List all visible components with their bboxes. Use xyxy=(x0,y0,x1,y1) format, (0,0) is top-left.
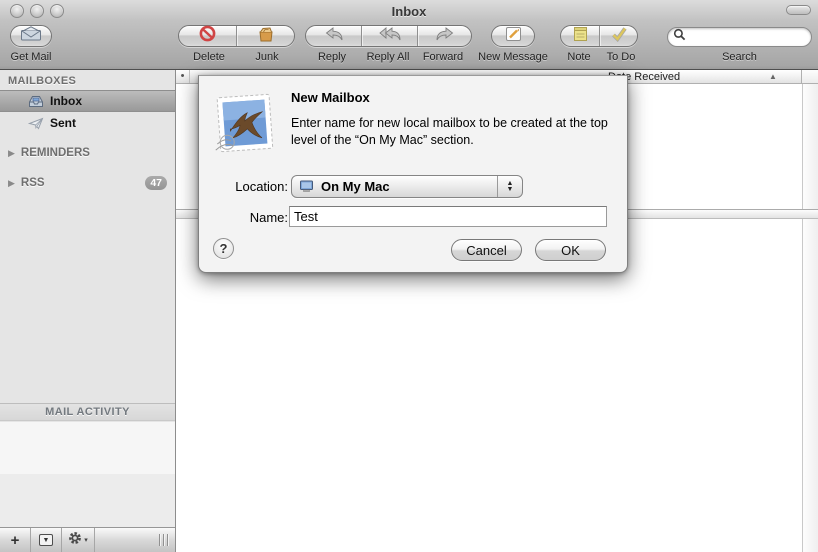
location-popup-button[interactable]: On My Mac ▲ ▼ xyxy=(291,175,523,198)
tray-toggle-icon: ▼ xyxy=(39,534,53,546)
action-menu-button[interactable]: ▾ xyxy=(62,528,95,552)
todo-button[interactable] xyxy=(599,26,637,46)
preview-scrollbar[interactable] xyxy=(802,219,818,552)
new-mailbox-dialog: New Mailbox Enter name for new local mai… xyxy=(198,75,628,273)
help-button[interactable]: ? xyxy=(213,238,234,259)
resize-grip[interactable] xyxy=(159,528,175,552)
mail-stamp-icon xyxy=(212,92,278,161)
name-label: Name: xyxy=(199,210,288,225)
search-input[interactable] xyxy=(686,30,796,44)
mail-activity-header: MAIL ACTIVITY xyxy=(0,403,175,421)
checkmark-icon xyxy=(610,26,628,47)
bottom-bar-spacer xyxy=(95,528,159,552)
mailbox-name-input[interactable] xyxy=(289,206,607,227)
search-label: Search xyxy=(667,51,812,63)
get-mail-button[interactable] xyxy=(10,25,52,47)
sidebar-item-label: Inbox xyxy=(50,94,82,108)
new-message-label: New Message xyxy=(472,51,554,63)
reply-group xyxy=(305,25,472,47)
compose-icon xyxy=(505,26,522,47)
show-hide-activity-button[interactable]: ▼ xyxy=(31,528,62,552)
sidebar-group-rss[interactable]: ▶ RSS 47 xyxy=(0,172,175,194)
sort-ascending-icon: ▲ xyxy=(769,72,777,81)
paper-plane-icon xyxy=(28,117,44,130)
rss-group-label: RSS xyxy=(21,177,45,189)
forward-label: Forward xyxy=(416,51,470,63)
disclosure-triangle-icon[interactable]: ▶ xyxy=(8,178,15,189)
note-button[interactable] xyxy=(561,26,599,46)
get-mail-label: Get Mail xyxy=(4,51,58,63)
mailbox-sidebar: MAILBOXES Inbox Sent ▶ REMINDERS ▶ RSS 4… xyxy=(0,70,176,552)
sidebar-group-reminders[interactable]: ▶ REMINDERS xyxy=(0,142,175,164)
popup-stepper-icon: ▲ ▼ xyxy=(497,176,522,197)
computer-icon xyxy=(299,180,314,193)
reply-all-arrow-icon xyxy=(378,27,402,46)
forward-button[interactable] xyxy=(417,26,471,46)
note-label: Note xyxy=(558,51,600,63)
reply-label: Reply xyxy=(306,51,358,63)
reply-all-label: Reply All xyxy=(358,51,418,63)
delete-button[interactable] xyxy=(179,26,236,46)
delete-label: Delete xyxy=(183,51,235,63)
new-message-button[interactable] xyxy=(491,25,535,47)
mail-window: Inbox Get Mail Delete xyxy=(0,0,818,552)
toolbar-toggle-pill[interactable] xyxy=(786,5,811,15)
envelope-icon xyxy=(20,26,42,46)
location-label: Location: xyxy=(199,179,288,194)
plus-icon: + xyxy=(11,532,20,549)
ok-button[interactable]: OK xyxy=(535,239,606,261)
dialog-message: Enter name for new local mailbox to be c… xyxy=(291,115,619,148)
cancel-button[interactable]: Cancel xyxy=(451,239,522,261)
junk-icon xyxy=(257,26,275,47)
location-selected-value: On My Mac xyxy=(321,179,390,194)
sidebar-item-sent[interactable]: Sent xyxy=(0,112,175,134)
sidebar-item-label: Sent xyxy=(50,116,76,130)
reply-arrow-icon xyxy=(324,27,344,46)
reply-all-button[interactable] xyxy=(361,26,417,46)
forward-arrow-icon xyxy=(435,27,455,46)
message-list-scrollbar[interactable] xyxy=(802,84,818,209)
junk-label: Junk xyxy=(242,51,292,63)
add-mailbox-button[interactable]: + xyxy=(0,528,31,552)
scrollbar-header-cell xyxy=(801,70,818,83)
disclosure-triangle-icon[interactable]: ▶ xyxy=(8,148,15,159)
search-field[interactable] xyxy=(667,27,812,47)
delete-icon xyxy=(199,25,216,47)
todo-label: To Do xyxy=(600,51,642,63)
unread-column-header[interactable]: • xyxy=(176,70,190,83)
rss-unread-badge: 47 xyxy=(145,176,167,190)
inbox-tray-icon xyxy=(28,95,44,108)
delete-junk-group xyxy=(178,25,295,47)
mail-activity-pane-lower xyxy=(0,474,175,527)
sidebar-bottom-bar: + ▼ ▾ xyxy=(0,527,175,552)
sidebar-item-inbox[interactable]: Inbox xyxy=(0,90,175,112)
gear-icon xyxy=(68,531,82,550)
dialog-title: New Mailbox xyxy=(291,90,370,105)
window-title: Inbox xyxy=(0,4,818,19)
note-icon xyxy=(573,26,588,47)
mail-activity-pane xyxy=(0,422,175,474)
search-icon xyxy=(673,28,686,46)
window-chrome: Inbox Get Mail Delete xyxy=(0,0,818,70)
chevron-down-icon: ▾ xyxy=(84,536,88,544)
reminders-group-label: REMINDERS xyxy=(21,147,90,159)
reply-button[interactable] xyxy=(306,26,361,46)
mailboxes-section-header: MAILBOXES xyxy=(0,70,175,90)
junk-button[interactable] xyxy=(236,26,294,46)
note-todo-group xyxy=(560,25,638,47)
